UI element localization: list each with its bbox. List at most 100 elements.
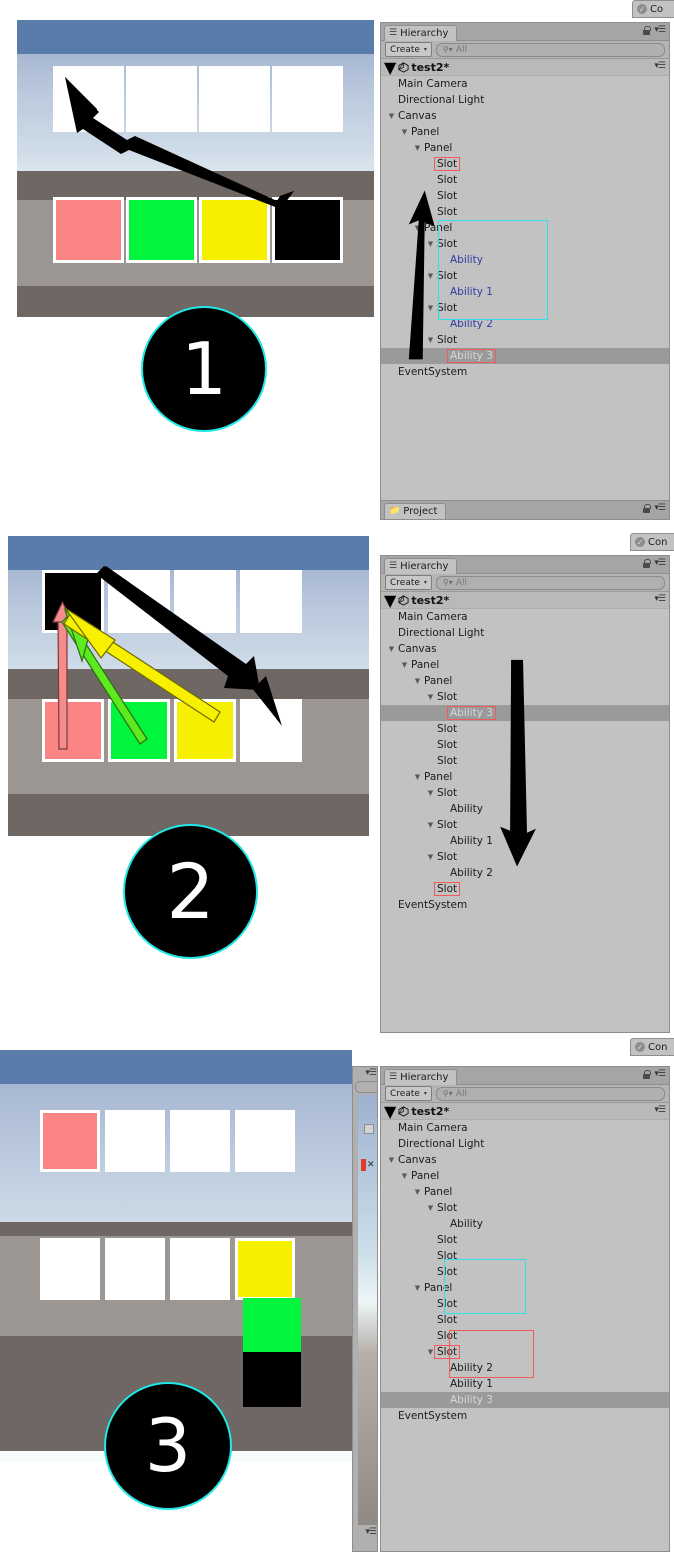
- scene-root-row[interactable]: ▼ test2* ▾☰: [381, 1102, 669, 1121]
- chevron-down-icon[interactable]: ▼: [426, 817, 435, 833]
- tab-console-partial-3[interactable]: ✓ Con: [630, 1038, 674, 1056]
- search-input[interactable]: [355, 1081, 377, 1093]
- chevron-down-icon[interactable]: ▼: [387, 641, 396, 657]
- ability-slot-empty[interactable]: [170, 1238, 230, 1300]
- hierarchy-row[interactable]: ▼ Panel: [381, 769, 669, 785]
- hierarchy-row[interactable]: ▼ Canvas: [381, 641, 669, 657]
- hierarchy-row[interactable]: ▼ Panel: [381, 1168, 669, 1184]
- hierarchy-row[interactable]: ▼ Slot: [381, 849, 669, 865]
- hierarchy-row[interactable]: Slot: [381, 1264, 669, 1280]
- ability-slot-green[interactable]: [126, 197, 197, 263]
- inventory-slot[interactable]: [108, 570, 170, 633]
- hierarchy-row[interactable]: Ability 2: [381, 865, 669, 881]
- chevron-down-icon[interactable]: ▼: [384, 591, 396, 610]
- hierarchy-row[interactable]: EventSystem: [381, 1408, 669, 1424]
- hierarchy-row[interactable]: Slot: [381, 753, 669, 769]
- hierarchy-row[interactable]: EventSystem: [381, 364, 669, 380]
- search-input[interactable]: ⚲▾ All: [435, 575, 665, 590]
- create-button[interactable]: Create ▾: [385, 42, 432, 57]
- hierarchy-row[interactable]: ▼ Canvas: [381, 108, 669, 124]
- hierarchy-row[interactable]: ▼ Slot: [381, 300, 669, 316]
- chevron-down-icon[interactable]: ▼: [426, 300, 435, 316]
- search-input[interactable]: ⚲▾ All: [435, 42, 665, 57]
- lock-icon[interactable]: [643, 559, 652, 568]
- panel-menu-icon[interactable]: ▾☰: [654, 559, 666, 568]
- ability-slot-pink[interactable]: [42, 699, 104, 762]
- ability-slot-green[interactable]: [108, 699, 170, 762]
- hierarchy-row[interactable]: ▼ Slot: [381, 332, 669, 348]
- scene-root-row[interactable]: ▼ test2* ▾☰: [381, 591, 669, 610]
- create-button[interactable]: Create ▾: [385, 1086, 432, 1101]
- hierarchy-row[interactable]: ▼ Canvas: [381, 1152, 669, 1168]
- hierarchy-row[interactable]: ▼ Slot: [381, 689, 669, 705]
- ability-slot-pink[interactable]: [53, 197, 124, 263]
- ability-stack-black[interactable]: [243, 1352, 301, 1407]
- scene-view-sliver[interactable]: ▾☰ ✕ ▾☰: [352, 1066, 378, 1552]
- hierarchy-row[interactable]: ▼ Slot: [381, 1200, 669, 1216]
- inventory-slot[interactable]: [174, 570, 236, 633]
- hierarchy-row[interactable]: Slot: [381, 204, 669, 220]
- hierarchy-row[interactable]: Ability 1: [381, 284, 669, 300]
- inventory-slot[interactable]: [199, 66, 270, 132]
- hierarchy-row[interactable]: Directional Light: [381, 625, 669, 641]
- hierarchy-row[interactable]: Main Camera: [381, 1120, 669, 1136]
- hierarchy-row[interactable]: Ability: [381, 252, 669, 268]
- ability-slot-yellow[interactable]: [199, 197, 270, 263]
- hierarchy-row[interactable]: Slot: [381, 1296, 669, 1312]
- hierarchy-row[interactable]: Ability 3: [381, 348, 669, 364]
- hierarchy-row[interactable]: Ability 3: [381, 705, 669, 721]
- hierarchy-row[interactable]: Ability 2: [381, 316, 669, 332]
- inventory-slot[interactable]: [105, 1110, 165, 1172]
- chevron-down-icon[interactable]: ▼: [426, 332, 435, 348]
- panel-menu-icon[interactable]: ▾☰: [365, 1528, 377, 1537]
- hierarchy-row[interactable]: Slot: [381, 172, 669, 188]
- hierarchy-row[interactable]: ▼ Panel: [381, 1184, 669, 1200]
- lock-icon[interactable]: [643, 504, 652, 513]
- panel-menu-icon[interactable]: ▾☰: [365, 1069, 377, 1078]
- chevron-down-icon[interactable]: ▼: [400, 657, 409, 673]
- panel-menu-icon[interactable]: ▾☰: [654, 62, 666, 71]
- panel-menu-icon[interactable]: ▾☰: [654, 26, 666, 35]
- hierarchy-row[interactable]: Ability 2: [381, 1360, 669, 1376]
- ability-slot-empty[interactable]: [105, 1238, 165, 1300]
- hierarchy-row[interactable]: ▼ Panel: [381, 673, 669, 689]
- scene-root-row[interactable]: ▼ test2* ▾☰: [381, 58, 669, 77]
- hierarchy-row[interactable]: Slot: [381, 156, 669, 172]
- chevron-down-icon[interactable]: ▼: [400, 1168, 409, 1184]
- hierarchy-row[interactable]: Slot: [381, 737, 669, 753]
- tab-console-partial-2[interactable]: ✓ Con: [630, 533, 674, 551]
- inventory-slot[interactable]: [235, 1110, 295, 1172]
- hierarchy-row[interactable]: Slot: [381, 881, 669, 897]
- chevron-down-icon[interactable]: ▼: [426, 1344, 435, 1360]
- chevron-down-icon[interactable]: ▼: [426, 236, 435, 252]
- panel-menu-icon[interactable]: ▾☰: [654, 504, 666, 513]
- lock-icon[interactable]: [643, 1070, 652, 1079]
- hierarchy-row[interactable]: ▼ Panel: [381, 124, 669, 140]
- hierarchy-row[interactable]: ▼ Panel: [381, 1280, 669, 1296]
- hierarchy-row[interactable]: Slot: [381, 1328, 669, 1344]
- hierarchy-tree-1[interactable]: Main Camera Directional Light ▼ Canvas ▼ Pane…: [381, 76, 669, 470]
- chevron-down-icon[interactable]: ▼: [426, 268, 435, 284]
- chevron-down-icon[interactable]: ▼: [413, 140, 422, 156]
- chevron-down-icon[interactable]: ▼: [426, 785, 435, 801]
- hierarchy-tree-2[interactable]: Main Camera Directional Light ▼ Canvas ▼ Pane…: [381, 609, 669, 984]
- hierarchy-row[interactable]: Slot: [381, 1232, 669, 1248]
- panel-menu-icon[interactable]: ▾☰: [654, 595, 666, 604]
- inventory-slot[interactable]: [53, 66, 124, 132]
- hierarchy-row[interactable]: Main Camera: [381, 76, 669, 92]
- chevron-down-icon[interactable]: ▼: [426, 1200, 435, 1216]
- inventory-slot[interactable]: [272, 66, 343, 132]
- chevron-down-icon[interactable]: ▼: [413, 673, 422, 689]
- lock-icon[interactable]: [643, 26, 652, 35]
- inventory-slot[interactable]: [240, 570, 302, 633]
- hierarchy-row[interactable]: ▼ Slot: [381, 817, 669, 833]
- hierarchy-row[interactable]: ▼ Panel: [381, 140, 669, 156]
- chevron-down-icon[interactable]: ▼: [413, 1280, 422, 1296]
- chevron-down-icon[interactable]: ▼: [413, 1184, 422, 1200]
- inventory-slot-black[interactable]: [42, 570, 104, 633]
- hierarchy-row[interactable]: ▼ Panel: [381, 220, 669, 236]
- hierarchy-row[interactable]: ▼ Panel: [381, 657, 669, 673]
- tab-hierarchy[interactable]: ☰ Hierarchy: [384, 25, 458, 41]
- hierarchy-row[interactable]: ▼ Slot: [381, 236, 669, 252]
- chevron-down-icon[interactable]: ▼: [413, 220, 422, 236]
